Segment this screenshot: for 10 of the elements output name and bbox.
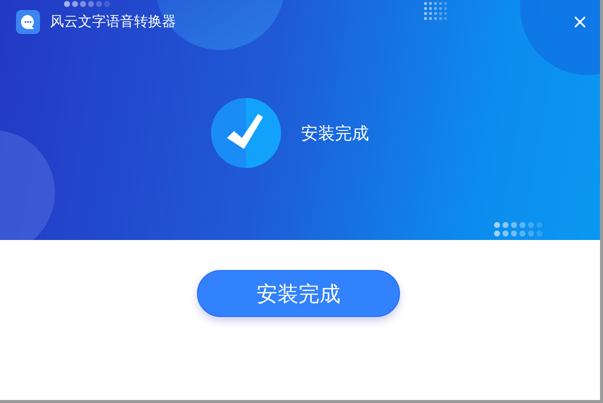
dot-pattern-drawing [424, 2, 447, 20]
chat-bubble-logo-icon [16, 10, 40, 34]
finish-button[interactable]: 安装完成 [197, 270, 400, 317]
status-text: 安装完成 [301, 122, 369, 144]
checkmark-badge-icon [211, 98, 281, 168]
close-button[interactable] [572, 14, 588, 30]
window-title: 风云文字语音转换器 [50, 13, 176, 31]
dot-pattern-drawing [494, 222, 543, 237]
dot-pattern-drawing [64, 1, 110, 7]
close-icon [574, 16, 586, 28]
